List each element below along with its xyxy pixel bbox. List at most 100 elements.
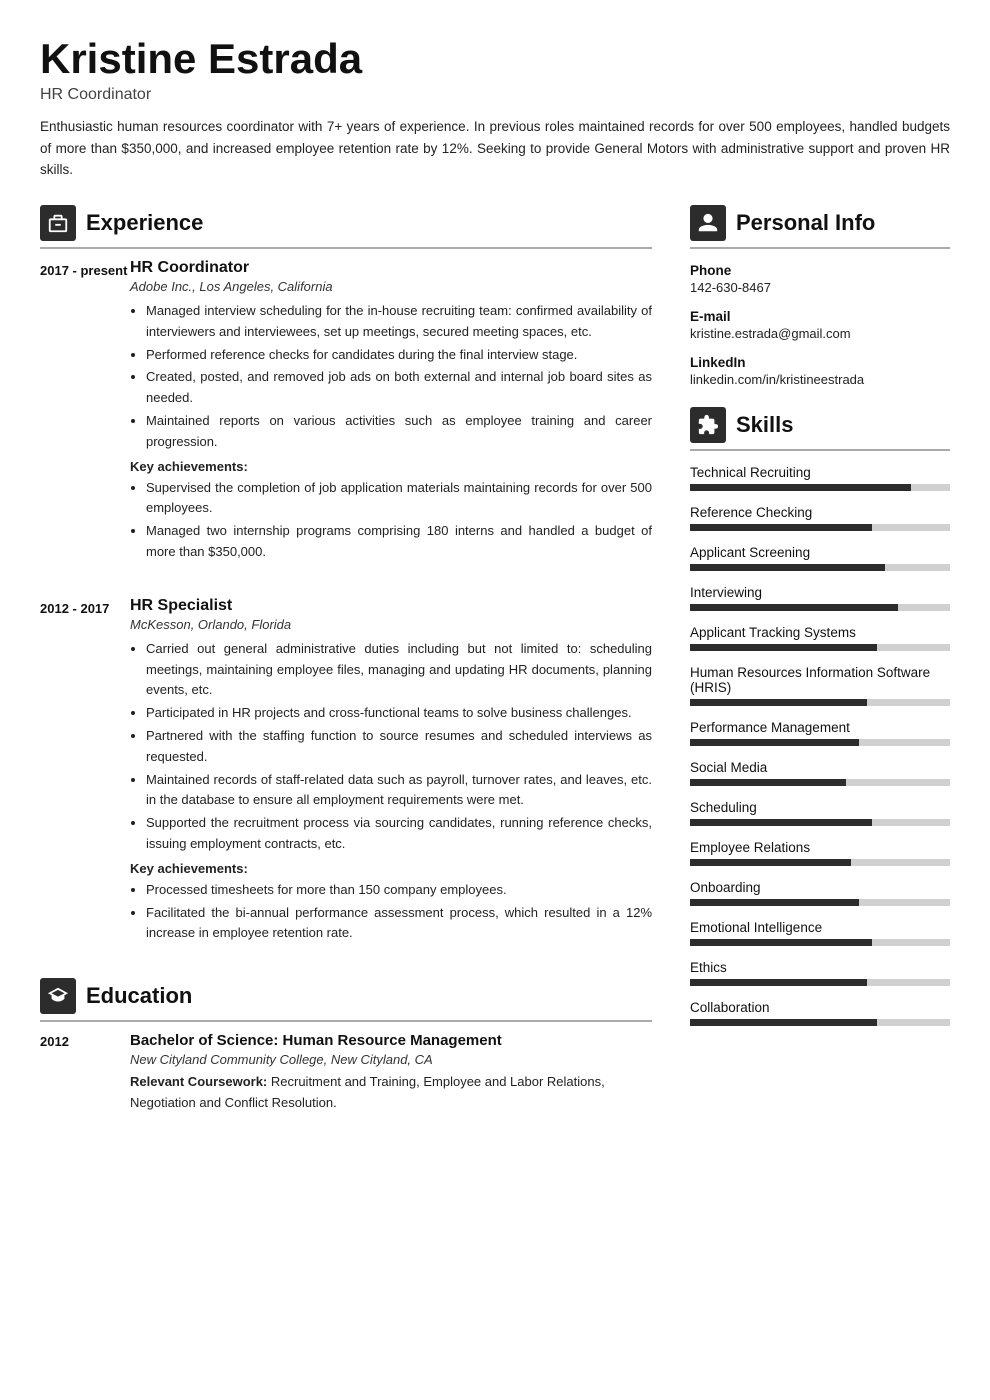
experience-heading: Experience [86,210,203,236]
exp-bullet: Carried out general administrative dutie… [146,639,652,701]
candidate-name: Kristine Estrada [40,36,950,82]
skill-item: Onboarding [690,880,950,906]
exp-achievement: Supervised the completion of job applica… [146,478,652,520]
personal-info-heading: Personal Info [736,210,875,236]
skill-bar-bg [690,899,950,906]
key-achievements-label: Key achievements: [130,861,652,876]
skill-item: Emotional Intelligence [690,920,950,946]
exp-years: 2017 - present [40,259,130,569]
exp-bullet: Maintained records of staff-related data… [146,770,652,812]
personal-info-label: LinkedIn [690,355,950,370]
skill-name: Human Resources Information Software (HR… [690,665,950,695]
skill-item: Reference Checking [690,505,950,531]
skill-bar-fill [690,939,872,946]
education-section-title: Education [40,978,652,1022]
skill-name: Ethics [690,960,950,975]
exp-years: 2012 - 2017 [40,597,130,950]
experience-section-title: Experience [40,205,652,249]
skill-bar-fill [690,819,872,826]
skill-bar-bg [690,484,950,491]
edu-year: 2012 [40,1032,130,1114]
skill-bar-fill [690,524,872,531]
skill-bar-fill [690,779,846,786]
exp-company: Adobe Inc., Los Angeles, California [130,279,652,294]
skill-item: Employee Relations [690,840,950,866]
skill-bar-fill [690,1019,877,1026]
skill-bar-fill [690,979,867,986]
experience-icon-box [40,205,76,241]
right-column: Personal Info Phone142-630-8467E-mailkri… [680,205,950,1136]
skill-name: Scheduling [690,800,950,815]
skill-bar-fill [690,564,885,571]
skill-item: Human Resources Information Software (HR… [690,665,950,706]
exp-achievements: Processed timesheets for more than 150 c… [130,880,652,944]
graduation-icon [47,985,69,1007]
skill-bar-bg [690,859,950,866]
exp-achievement: Facilitated the bi-annual performance as… [146,903,652,945]
skill-name: Emotional Intelligence [690,920,950,935]
experience-section: Experience 2017 - presentHR CoordinatorA… [40,205,652,950]
skill-bar-bg [690,779,950,786]
candidate-summary: Enthusiastic human resources coordinator… [40,116,950,181]
experience-item: 2012 - 2017HR Specialist McKesson, Orland… [40,597,652,950]
personal-info-value: linkedin.com/in/kristineestrada [690,372,950,387]
skill-item: Applicant Screening [690,545,950,571]
exp-bullet: Managed interview scheduling for the in-… [146,301,652,343]
skill-bar-fill [690,899,859,906]
education-list: 2012Bachelor of Science: Human Resource … [40,1032,652,1114]
skill-name: Reference Checking [690,505,950,520]
personal-info-title: Personal Info [690,205,950,249]
person-icon [697,212,719,234]
skill-item: Technical Recruiting [690,465,950,491]
education-item: 2012Bachelor of Science: Human Resource … [40,1032,652,1114]
skill-bar-bg [690,979,950,986]
personal-info-label: E-mail [690,309,950,324]
exp-bullet: Maintained reports on various activities… [146,411,652,453]
education-icon-box [40,978,76,1014]
exp-bullets: Managed interview scheduling for the in-… [130,301,652,453]
skill-item: Interviewing [690,585,950,611]
exp-bullet: Participated in HR projects and cross-fu… [146,703,652,724]
skill-bar-fill [690,484,911,491]
skills-section: Skills Technical Recruiting Reference Che… [690,407,950,1026]
left-column: Experience 2017 - presentHR CoordinatorA… [40,205,680,1136]
exp-bullet: Performed reference checks for candidate… [146,345,652,366]
exp-title: HR Specialist [130,597,652,615]
exp-achievements: Supervised the completion of job applica… [130,478,652,563]
skill-name: Applicant Tracking Systems [690,625,950,640]
skills-icon-box [690,407,726,443]
skill-name: Interviewing [690,585,950,600]
skills-list: Technical Recruiting Reference Checking Ap… [690,465,950,1026]
skill-bar-bg [690,699,950,706]
briefcase-icon [47,212,69,234]
exp-company: McKesson, Orlando, Florida [130,617,652,632]
skill-bar-fill [690,739,859,746]
skill-name: Social Media [690,760,950,775]
skill-bar-bg [690,604,950,611]
skill-item: Social Media [690,760,950,786]
candidate-job-title: HR Coordinator [40,86,950,104]
exp-achievement: Managed two internship programs comprisi… [146,521,652,563]
key-achievements-label: Key achievements: [130,459,652,474]
skills-section-title: Skills [690,407,950,451]
personal-info-item: LinkedIn linkedin.com/in/kristineestrada [690,355,950,387]
education-heading: Education [86,983,192,1009]
skill-bar-fill [690,699,867,706]
resume-header: Kristine Estrada HR Coordinator Enthusia… [40,36,950,181]
skill-bar-bg [690,819,950,826]
experience-item: 2017 - presentHR CoordinatorAdobe Inc., … [40,259,652,569]
skill-bar-fill [690,644,877,651]
skill-bar-bg [690,644,950,651]
exp-bullet: Supported the recruitment process via so… [146,813,652,855]
skill-name: Employee Relations [690,840,950,855]
personal-info-list: Phone142-630-8467E-mailkristine.estrada@… [690,263,950,387]
main-content: Experience 2017 - presentHR CoordinatorA… [40,205,950,1136]
skill-name: Collaboration [690,1000,950,1015]
skill-bar-bg [690,739,950,746]
personal-info-label: Phone [690,263,950,278]
exp-details: HR CoordinatorAdobe Inc., Los Angeles, C… [130,259,652,569]
skill-bar-bg [690,1019,950,1026]
skill-item: Scheduling [690,800,950,826]
exp-achievement: Processed timesheets for more than 150 c… [146,880,652,901]
exp-bullet: Created, posted, and removed job ads on … [146,367,652,409]
